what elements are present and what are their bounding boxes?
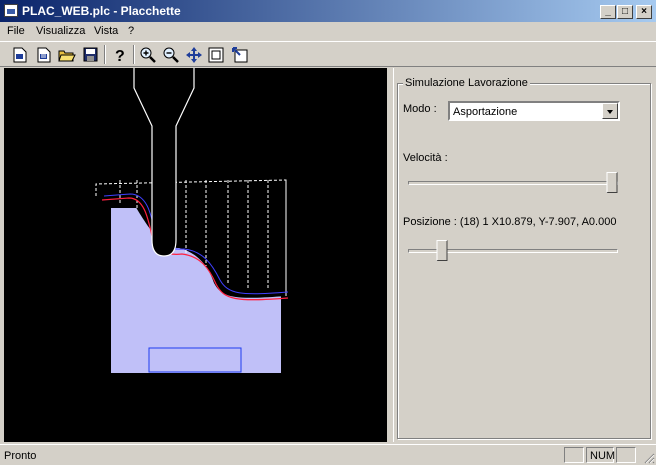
resize-grip-icon[interactable] [643,452,655,464]
zoom-out-icon[interactable] [161,45,181,64]
status-bar: Pronto NUM [0,444,656,465]
zoom-extents-icon[interactable] [206,45,226,64]
zoom-in-icon[interactable] [138,45,158,64]
zoom-window-icon[interactable] [230,45,250,64]
menu-bar: File Visualizza Vista ? [0,22,656,41]
toolbar-separator [104,45,106,64]
simulation-panel: Simulazione Lavorazione Modo : Asportazi… [393,68,653,442]
new-view-icon[interactable] [34,45,54,64]
mode-select[interactable]: Asportazione [448,101,620,121]
toolbar-separator [133,45,135,64]
app-icon[interactable] [4,4,18,17]
speed-slider-track [408,181,618,185]
speed-label: Velocità : [403,152,448,164]
group-title: Simulazione Lavorazione [403,77,530,89]
minimize-button[interactable]: _ [600,5,616,19]
close-button[interactable]: × [636,5,652,19]
chevron-down-icon[interactable] [602,103,618,119]
position-slider[interactable] [408,240,618,262]
mode-label: Modo : [403,103,437,115]
speed-slider[interactable] [408,172,618,194]
new-document-icon[interactable] [10,45,30,64]
title-bar[interactable]: PLAC_WEB.plc - Placchette _ □ × [0,0,656,22]
pan-icon[interactable] [184,45,204,64]
help-icon[interactable]: ? [110,45,130,64]
status-pane-caps [564,447,584,463]
num-indicator: NUM [590,450,616,462]
window-title: PLAC_WEB.plc - Placchette [22,4,181,18]
simulation-canvas[interactable] [4,68,387,442]
status-pane-num: NUM [586,447,616,463]
menu-visualizza[interactable]: Visualizza [36,25,85,37]
speed-slider-thumb[interactable] [606,172,618,193]
open-folder-icon[interactable] [57,45,77,64]
menu-file[interactable]: File [7,25,25,37]
position-label: Posizione : (18) 1 X10.879, Y-7.907, A0.… [403,216,617,228]
svg-text:?: ? [115,48,125,63]
mode-value: Asportazione [453,106,518,118]
app-window: PLAC_WEB.plc - Placchette _ □ × File Vis… [0,0,656,465]
save-disk-icon[interactable] [80,45,100,64]
menu-help[interactable]: ? [128,25,134,37]
maximize-button[interactable]: □ [617,5,633,19]
simulation-drawing [95,68,289,373]
position-slider-thumb[interactable] [436,240,448,261]
status-pane-scroll [616,447,636,463]
status-text: Pronto [4,450,37,462]
toolbar: ? [0,41,656,67]
menu-vista[interactable]: Vista [94,25,118,37]
